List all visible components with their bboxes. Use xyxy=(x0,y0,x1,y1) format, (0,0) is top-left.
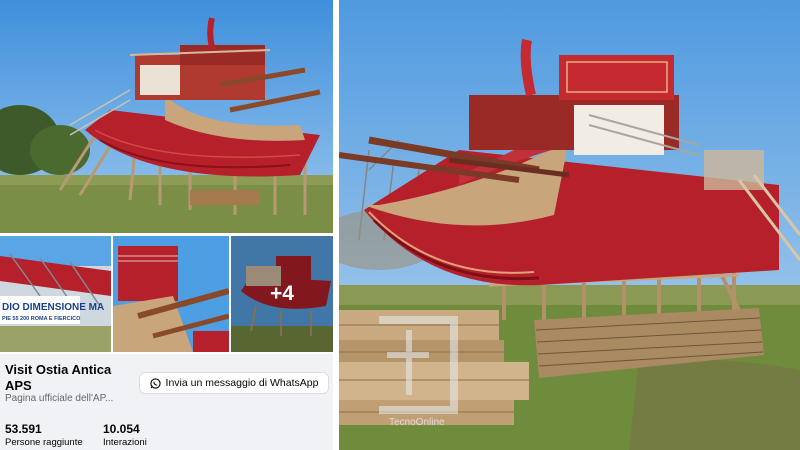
whatsapp-message-button[interactable]: Invia un messaggio di WhatsApp xyxy=(139,372,329,394)
more-photos-count: +4 xyxy=(270,282,294,305)
gallery-thumbnail-2[interactable] xyxy=(113,236,229,352)
facebook-post-panel: DIO DIMENSIONE MA PIE 55 200 ROMA E FIER… xyxy=(0,0,333,450)
page-name[interactable]: Visit Ostia Antica APS xyxy=(5,362,115,394)
banner-text-line2: PIE 55 200 ROMA E FIERCICO xyxy=(2,316,81,322)
stat-value: 10.054 xyxy=(103,422,140,436)
stat-label: Interazioni xyxy=(103,437,147,448)
page-info-section: Visit Ostia Antica APS Pagina ufficiale … xyxy=(0,354,333,450)
whatsapp-button-label: Invia un messaggio di WhatsApp xyxy=(165,377,319,389)
gallery-thumbnail-3[interactable]: +4 xyxy=(231,236,333,352)
main-ship-photo[interactable] xyxy=(0,0,333,233)
stat-people-reached: 53.591 Persone raggiunte xyxy=(5,422,83,449)
stat-label: Persone raggiunte xyxy=(5,437,83,448)
stat-value: 53.591 xyxy=(5,422,42,436)
ship-closeup-photo[interactable]: TecnoOnline xyxy=(339,0,800,450)
more-photos-overlay[interactable]: +4 xyxy=(231,236,333,352)
page-subtitle: Pagina ufficiale dell'AP... xyxy=(5,393,114,404)
banner-text-line1: DIO DIMENSIONE MA xyxy=(2,302,104,313)
watermark-text: TecnoOnline xyxy=(389,417,445,428)
stat-interactions: 10.054 Interazioni xyxy=(103,422,147,449)
gallery-thumbnail-1[interactable]: DIO DIMENSIONE MA PIE 55 200 ROMA E FIER… xyxy=(0,236,111,352)
whatsapp-icon xyxy=(149,377,161,389)
